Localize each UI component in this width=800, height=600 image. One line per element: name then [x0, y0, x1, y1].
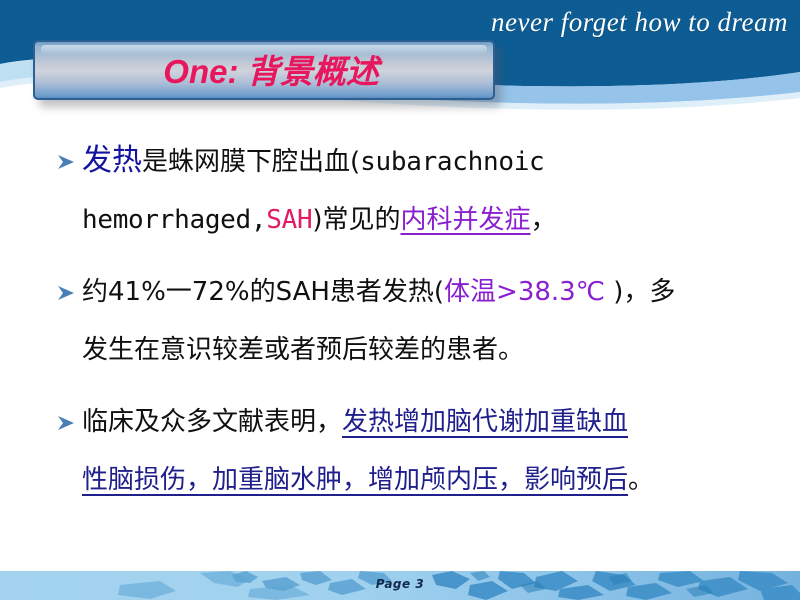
arrowhead-bullet-icon	[56, 132, 78, 189]
bullet-seg-emphasis: 内科并发症	[400, 205, 531, 235]
bullet-item-clinical-evidence: 临床及众多文献表明，发热增加脑代谢加重缺血 性脑损伤，加重脑水肿，增加颅内压，影…	[52, 393, 772, 509]
bullet-seg-text: 临床及众多文献表明，	[82, 407, 343, 437]
slide-body: 发热是蛛网膜下腔出血(subarachnoic hemorrhaged,SAH)…	[52, 132, 772, 523]
tagline-text: never forget how to dream	[491, 7, 788, 37]
bullet-seg-latin: subarachnoic	[360, 147, 545, 177]
bullet-seg-emphasis: 发热增加脑代谢加重缺血	[342, 407, 629, 437]
bullet-seg-text: 发生在意识较差或者预后较差的患者。	[82, 335, 525, 365]
slide-footer: Page 3	[0, 571, 800, 600]
arrowhead-bullet-icon	[56, 263, 78, 320]
page-title: One: 背景概述	[35, 45, 493, 93]
bullet-seg-text: ，	[530, 205, 557, 235]
bullet-line: 性脑损伤，加重脑水肿，增加颅内压，影响预后。	[82, 451, 772, 509]
bullet-seg-sah: SAH	[266, 205, 313, 235]
bullet-line: 约41%一72%的SAH患者发热(体温>38.3℃ )，多	[82, 263, 772, 321]
bullet-seg-text: )，多	[604, 277, 676, 307]
bullet-seg-latin: hemorrhaged,	[82, 205, 267, 235]
bullet-seg-text: )常见的	[312, 205, 401, 235]
arrowhead-bullet-icon	[56, 393, 78, 450]
slide-canvas: never forget how to dream One: 背景概述 发热是蛛…	[0, 0, 800, 600]
page-title-cjk: 背景概述	[246, 52, 379, 92]
bullet-seg-emphasis: 性脑损伤，加重脑水肿，增加颅内压，影响预后	[82, 465, 629, 495]
page-number-label: Page 3	[375, 577, 425, 591]
bullet-line: hemorrhaged,SAH)常见的内科并发症，	[82, 191, 772, 249]
bullet-seg-fever: 发热	[82, 143, 142, 178]
bullet-line: 发热是蛛网膜下腔出血(subarachnoic	[82, 132, 772, 191]
bullet-seg-temperature: 体温>38.3℃	[444, 277, 605, 307]
bullet-item-fever-incidence: 约41%一72%的SAH患者发热(体温>38.3℃ )，多 发生在意识较差或者预…	[52, 263, 772, 379]
page-title-lead: One:	[163, 53, 239, 91]
bullet-line: 发生在意识较差或者预后较差的患者。	[82, 321, 772, 379]
bullet-seg-text: 约41%一72%的SAH患者发热(	[82, 277, 445, 307]
bullet-item-fever-definition: 发热是蛛网膜下腔出血(subarachnoic hemorrhaged,SAH)…	[52, 132, 772, 249]
bullet-seg-text: 是蛛网膜下腔出血(	[142, 147, 361, 177]
bullet-line: 临床及众多文献表明，发热增加脑代谢加重缺血	[82, 393, 772, 451]
slide-title-plaque: One: 背景概述	[33, 40, 495, 100]
bullet-seg-text: 。	[628, 465, 655, 495]
